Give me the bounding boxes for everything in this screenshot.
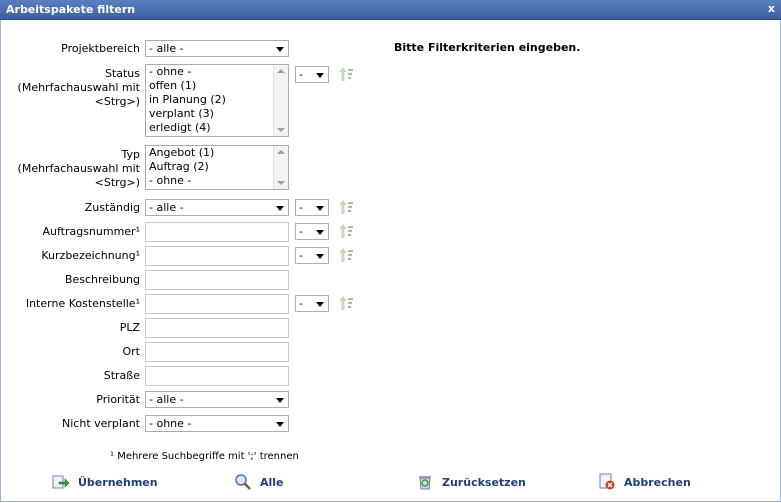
- nicht-verplant-select[interactable]: - ohne -: [145, 415, 289, 432]
- status-option[interactable]: erledigt (4): [146, 121, 288, 135]
- ort-input[interactable]: [145, 342, 289, 362]
- typ-option[interactable]: Angebot (1): [146, 146, 288, 160]
- cancel-icon: [599, 473, 615, 490]
- alle-button[interactable]: Alle: [234, 472, 284, 492]
- zustaendig-sort-value: -: [299, 201, 303, 214]
- abbrechen-button[interactable]: Abbrechen: [598, 472, 691, 492]
- beschreibung-input[interactable]: [145, 270, 289, 290]
- sort-icon[interactable]: [338, 199, 354, 215]
- chevron-down-icon: [316, 254, 324, 259]
- abbrechen-label: Abbrechen: [624, 475, 691, 489]
- kurzbezeichnung-input[interactable]: [145, 246, 289, 266]
- chevron-down-icon: [276, 398, 284, 403]
- typ-label-line1: Typ: [121, 148, 141, 161]
- nicht-verplant-value: - ohne -: [149, 417, 192, 430]
- status-sort-select[interactable]: -: [295, 66, 329, 83]
- status-listbox[interactable]: - ohne - offen (1) in Planung (2) verpla…: [145, 64, 289, 137]
- status-option[interactable]: verplant (3): [146, 107, 288, 121]
- chevron-down-icon: [316, 73, 324, 78]
- close-button[interactable]: x: [768, 2, 775, 15]
- typ-option[interactable]: - ohne -: [146, 174, 288, 188]
- scroll-up-icon: [277, 69, 285, 73]
- sort-icon[interactable]: [338, 295, 354, 311]
- kostenstelle-sort-select[interactable]: -: [295, 295, 329, 312]
- sort-icon[interactable]: [338, 66, 354, 82]
- prioritaet-value: - alle -: [149, 393, 184, 406]
- beschreibung-label: Beschreibung: [64, 273, 140, 286]
- status-label-line3: <Strg>): [94, 95, 140, 108]
- chevron-down-icon: [316, 302, 324, 307]
- uebernehmen-button[interactable]: Übernehmen: [52, 472, 158, 492]
- chevron-down-icon: [276, 47, 284, 52]
- sort-icon[interactable]: [338, 247, 354, 263]
- info-message: Bitte Filterkriterien eingeben.: [394, 41, 581, 54]
- zustaendig-label: Zuständig: [84, 201, 140, 214]
- auftragsnummer-label: Auftragsnummer¹: [42, 225, 140, 238]
- kurzbezeichnung-sort-value: -: [299, 249, 303, 262]
- chevron-down-icon: [316, 230, 324, 235]
- projektbereich-label: Projektbereich: [61, 42, 140, 55]
- zuruecksetzen-label: Zurücksetzen: [442, 475, 526, 489]
- kostenstelle-input[interactable]: [145, 294, 289, 314]
- auftragsnummer-sort-select[interactable]: -: [295, 223, 329, 240]
- trash-icon: [419, 476, 431, 490]
- typ-option[interactable]: Auftrag (2): [146, 160, 288, 174]
- status-scrollbar[interactable]: [273, 65, 288, 136]
- typ-scrollbar[interactable]: [273, 146, 288, 189]
- zuruecksetzen-button[interactable]: Zurücksetzen: [416, 472, 526, 492]
- kostenstelle-sort-value: -: [299, 297, 303, 310]
- apply-icon: [52, 475, 70, 489]
- typ-label-line2: (Mehrfachauswahl mit: [17, 162, 140, 175]
- status-sort-value: -: [299, 68, 303, 81]
- kurzbezeichnung-label: Kurzbezeichnung¹: [41, 249, 140, 262]
- nicht-verplant-label: Nicht verplant: [62, 417, 140, 430]
- status-option[interactable]: - ohne -: [146, 65, 288, 79]
- chevron-down-icon: [316, 206, 324, 211]
- status-label: Status (Mehrfachauswahl mit <Strg>): [0, 67, 140, 109]
- window-title: Arbeitspakete filtern: [6, 3, 136, 16]
- alle-label: Alle: [260, 475, 284, 489]
- scroll-up-icon: [277, 150, 285, 154]
- auftragsnummer-sort-value: -: [299, 225, 303, 238]
- strasse-label: Straße: [103, 369, 140, 382]
- plz-label: PLZ: [119, 321, 140, 334]
- zustaendig-select[interactable]: - alle -: [145, 199, 289, 216]
- zustaendig-sort-select[interactable]: -: [295, 199, 329, 216]
- title-bar: Arbeitspakete filtern x: [0, 0, 781, 20]
- scroll-down-icon: [277, 128, 285, 132]
- scroll-down-icon: [277, 181, 285, 185]
- chevron-down-icon: [276, 206, 284, 211]
- projektbereich-select[interactable]: - alle -: [145, 40, 289, 57]
- chevron-down-icon: [276, 422, 284, 427]
- typ-label-line3: <Strg>): [94, 176, 140, 189]
- prioritaet-label: Priorität: [96, 393, 140, 406]
- search-icon: [235, 474, 251, 490]
- plz-input[interactable]: [145, 318, 289, 338]
- ort-label: Ort: [122, 345, 141, 358]
- status-label-line2: (Mehrfachauswahl mit: [17, 81, 140, 94]
- strasse-input[interactable]: [145, 366, 289, 386]
- prioritaet-select[interactable]: - alle -: [145, 391, 289, 408]
- typ-listbox[interactable]: Angebot (1) Auftrag (2) - ohne -: [145, 145, 289, 190]
- uebernehmen-label: Übernehmen: [78, 475, 158, 489]
- kurzbezeichnung-sort-select[interactable]: -: [295, 247, 329, 264]
- status-label-line1: Status: [104, 67, 140, 80]
- auftragsnummer-input[interactable]: [145, 222, 289, 242]
- zustaendig-value: - alle -: [149, 201, 184, 214]
- projektbereich-value: - alle -: [149, 42, 184, 55]
- footnote: ¹ Mehrere Suchbegriffe mit ';' trennen: [110, 451, 299, 462]
- typ-label: Typ (Mehrfachauswahl mit <Strg>): [0, 148, 140, 190]
- status-option[interactable]: in Planung (2): [146, 93, 288, 107]
- status-option[interactable]: offen (1): [146, 79, 288, 93]
- sort-icon[interactable]: [338, 223, 354, 239]
- kostenstelle-label: Interne Kostenstelle¹: [25, 297, 140, 310]
